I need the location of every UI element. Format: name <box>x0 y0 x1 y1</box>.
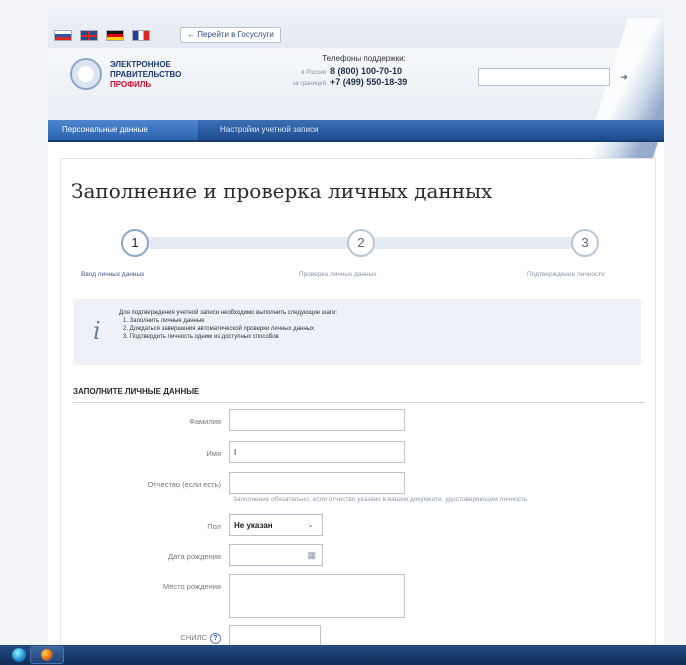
step-1-label: Ввод личных данных <box>81 271 145 278</box>
phone2-label: за границей <box>292 81 326 87</box>
top-utility-bar: ← Перейти в Госуслуги <box>48 8 664 48</box>
info-item-3: 3. Подтвердить личность одним из доступн… <box>123 334 279 340</box>
site-logo-text[interactable]: ЭЛЕКТРОННОЕ ПРАВИТЕЛЬСТВО ПРОФИЛЬ <box>110 60 181 90</box>
calendar-icon[interactable]: ▦ <box>307 550 316 561</box>
page-title: Заполнение и проверка личных данных <box>71 179 493 203</box>
goto-gosuslugi-button[interactable]: ← Перейти в Госуслуги <box>180 27 281 43</box>
info-text: Для подтверждения учетной записи необход… <box>119 309 337 341</box>
firefox-icon <box>41 649 53 661</box>
flag-en-icon[interactable] <box>80 30 98 41</box>
phone-row-russia: в России 8 (800) 100-70-10 <box>274 66 454 76</box>
form-card: Заполнение и проверка личных данных 1 2 … <box>60 158 656 645</box>
chevron-down-icon: ⌄ <box>307 520 314 529</box>
windows-orb-icon <box>12 648 26 662</box>
birthplace-textarea[interactable] <box>229 574 405 618</box>
step-2-label: Проверка личных данных <box>299 271 377 278</box>
name-input[interactable] <box>229 441 405 463</box>
info-icon: i <box>93 317 101 345</box>
birthdate-input[interactable]: ▦ <box>229 544 323 566</box>
gender-select[interactable]: Не указан ⌄ <box>229 514 323 536</box>
patronymic-label: Отчество (если есть) <box>147 480 221 489</box>
phone1-label: в России <box>301 70 326 76</box>
flag-de-icon[interactable] <box>106 30 124 41</box>
gender-label: Пол <box>207 522 221 531</box>
site-header: ЭЛЕКТРОННОЕ ПРАВИТЕЛЬСТВО ПРОФИЛЬ Телефо… <box>48 18 664 168</box>
logo-line-1: ЭЛЕКТРОННОЕ <box>110 60 171 69</box>
gender-selected-value: Не указан <box>234 521 273 530</box>
emblem-logo-icon[interactable] <box>70 58 102 90</box>
section-title: ЗАПОЛНИТЕ ЛИЧНЫЕ ДАННЫЕ <box>73 387 645 403</box>
logo-line-2: ПРАВИТЕЛЬСТВО <box>110 70 182 79</box>
snils-label: СНИЛС <box>180 633 207 642</box>
step-connector-1 <box>133 237 353 249</box>
surname-input[interactable] <box>229 409 405 431</box>
phone-row-abroad: за границей +7 (499) 550-18-39 <box>274 77 454 87</box>
patronymic-input[interactable] <box>229 472 405 494</box>
flag-fr-icon[interactable] <box>132 30 150 41</box>
help-icon[interactable]: ? <box>210 633 221 644</box>
step-1-circle: 1 <box>121 229 149 257</box>
windows-taskbar <box>0 645 686 665</box>
start-button[interactable] <box>8 645 30 665</box>
search-input[interactable] <box>478 68 610 86</box>
info-item-2: 2. Дождаться завершения автоматической п… <box>123 326 314 332</box>
logout-arrow-icon[interactable]: ➜ <box>614 68 634 86</box>
step-connector-2 <box>361 237 579 249</box>
birthplace-label: Место рождения <box>162 582 221 591</box>
surname-label: Фамилия <box>189 417 221 426</box>
info-item-1: 1. Заполнить личные данные <box>123 318 205 324</box>
taskbar-firefox-button[interactable] <box>30 646 64 664</box>
tab-account-settings[interactable]: Настройки учетной записи <box>220 125 318 134</box>
tab-personal-data[interactable]: Персональные данные <box>48 120 198 140</box>
phone2-number: +7 (499) 550-18-39 <box>330 77 408 87</box>
phone1-number: 8 (800) 100-70-10 <box>330 66 403 76</box>
snils-label-row: СНИЛС? <box>71 633 221 644</box>
patronymic-hint: Заполнение обязательно, если отчество ук… <box>233 496 528 503</box>
step-3-label: Подтверждение личности <box>527 271 605 278</box>
phones-title: Телефоны поддержки: <box>322 54 406 63</box>
info-box: i Для подтверждения учетной записи необх… <box>73 299 641 365</box>
snils-input[interactable] <box>229 625 321 645</box>
logo-line-3: ПРОФИЛЬ <box>110 80 152 89</box>
browser-page: ← Перейти в Госуслуги ЭЛЕКТРОННОЕ ПРАВИТ… <box>48 8 664 645</box>
support-phones: Телефоны поддержки: в России 8 (800) 100… <box>274 54 454 88</box>
main-nav: Персональные данные Настройки учетной за… <box>48 120 664 142</box>
name-label: Имя <box>206 449 221 458</box>
step-2-circle: 2 <box>347 229 375 257</box>
flag-ru-icon[interactable] <box>54 30 72 41</box>
info-intro: Для подтверждения учетной записи необход… <box>119 310 338 316</box>
step-3-circle: 3 <box>571 229 599 257</box>
birthdate-label: Дата рождения <box>168 552 221 561</box>
